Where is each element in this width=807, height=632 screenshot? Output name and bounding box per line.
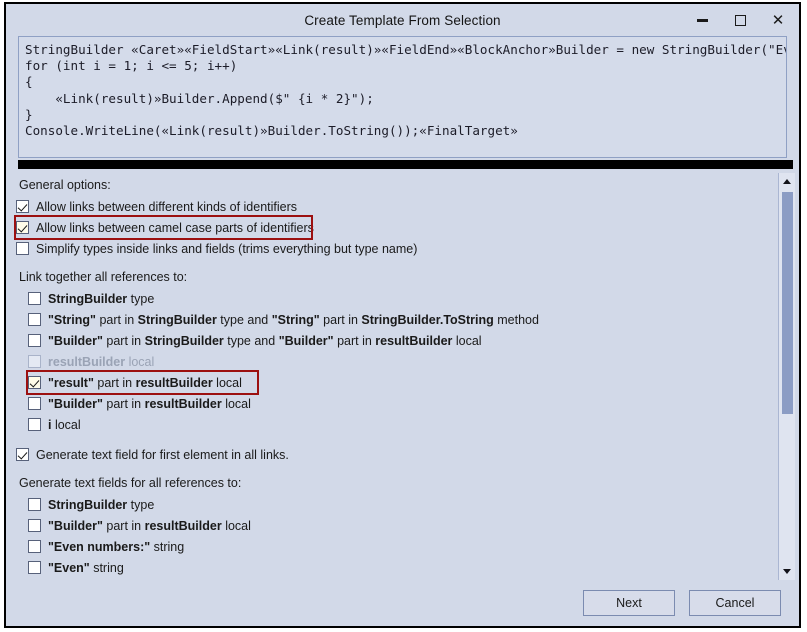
option-row[interactable]: Allow links between different kinds of i… — [16, 196, 778, 217]
create-template-dialog: Create Template From Selection ✕ StringB… — [4, 2, 801, 628]
option-label: Allow links between different kinds of i… — [36, 199, 298, 214]
checkbox-icon[interactable] — [28, 292, 41, 305]
option-label: i local — [48, 417, 81, 432]
scroll-track[interactable] — [780, 190, 795, 563]
checkbox-icon[interactable] — [16, 200, 29, 213]
scroll-down-arrow[interactable] — [779, 563, 795, 580]
code-line: } — [25, 106, 33, 122]
option-label: "Builder" part in resultBuilder local — [48, 518, 251, 533]
checkbox-icon[interactable] — [28, 540, 41, 553]
option-label: "Even" string — [48, 560, 124, 575]
checkbox-icon[interactable] — [28, 498, 41, 511]
close-button[interactable]: ✕ — [759, 5, 797, 35]
code-preview[interactable]: StringBuilder «Caret»«FieldStart»«Link(r… — [18, 36, 787, 158]
checkbox-icon[interactable] — [16, 221, 29, 234]
option-row[interactable]: StringBuilder type — [16, 494, 778, 515]
cancel-button[interactable]: Cancel — [689, 590, 781, 616]
maximize-icon — [734, 14, 746, 26]
options-vertical-scrollbar[interactable] — [778, 173, 795, 580]
checkbox-icon[interactable] — [28, 561, 41, 574]
window-controls: ✕ — [683, 4, 797, 36]
option-label: StringBuilder type — [48, 497, 155, 512]
minimize-icon — [696, 18, 708, 22]
code-horizontal-scrollbar[interactable] — [18, 160, 793, 169]
option-row[interactable]: resultBuilder local — [16, 351, 778, 372]
option-row[interactable]: "result" part in resultBuilder local — [26, 370, 259, 395]
option-row[interactable]: "Builder" part in resultBuilder local — [16, 515, 778, 536]
option-label: "Builder" part in StringBuilder type and… — [48, 333, 482, 348]
scroll-thumb[interactable] — [782, 192, 793, 414]
checkbox-icon[interactable] — [28, 418, 41, 431]
option-row[interactable]: i local — [16, 414, 778, 435]
checkbox-icon[interactable] — [28, 355, 41, 368]
option-row[interactable]: Generate text field for first element in… — [16, 444, 778, 465]
options-scroll-pane: General options: Allow links between diff… — [6, 173, 778, 580]
maximize-button[interactable] — [721, 5, 759, 35]
options-area: General options: Allow links between diff… — [6, 173, 799, 580]
generate-fields-label: Generate text fields for all references … — [19, 476, 242, 490]
link-references-label: Link together all references to: — [19, 270, 188, 284]
dialog-footer: Next Cancel — [6, 580, 799, 626]
option-row[interactable]: "Builder" part in resultBuilder local — [16, 393, 778, 414]
option-label: Simplify types inside links and fields (… — [36, 241, 418, 256]
option-row[interactable]: Allow links between camel case parts of … — [14, 215, 314, 240]
close-icon: ✕ — [771, 11, 785, 29]
option-label: "String" part in StringBuilder type and … — [48, 312, 539, 327]
checkbox-icon[interactable] — [16, 448, 29, 461]
code-line: { — [25, 74, 33, 90]
option-row[interactable]: "String" part in StringBuilder type and … — [16, 309, 778, 330]
option-label: StringBuilder type — [48, 291, 155, 306]
next-button[interactable]: Next — [583, 590, 675, 616]
checkbox-icon[interactable] — [28, 376, 41, 389]
general-options-label: General options: — [19, 178, 111, 192]
option-row[interactable]: "Even numbers:" string — [16, 536, 778, 557]
scroll-up-arrow[interactable] — [779, 173, 795, 190]
code-line: for (int i = 1; i <= 5; i++) — [25, 58, 238, 74]
minimize-button[interactable] — [683, 5, 721, 35]
code-line: Console.WriteLine(«Link(result)»Builder.… — [25, 123, 518, 139]
code-line: StringBuilder «Caret»«FieldStart»«Link(r… — [25, 42, 786, 57]
option-label: "Builder" part in resultBuilder local — [48, 396, 251, 411]
checkbox-icon[interactable] — [28, 397, 41, 410]
checkbox-icon[interactable] — [16, 242, 29, 255]
code-preview-wrap: StringBuilder «Caret»«FieldStart»«Link(r… — [18, 36, 793, 169]
option-label: Allow links between camel case parts of … — [36, 220, 314, 235]
option-label: "Even numbers:" string — [48, 539, 185, 554]
option-row[interactable]: "Even" string — [16, 557, 778, 578]
checkbox-icon[interactable] — [28, 519, 41, 532]
option-row[interactable]: "Builder" part in StringBuilder type and… — [16, 330, 778, 351]
code-line: «Link(result)»Builder.Append($" {i * 2}"… — [25, 90, 374, 106]
checkbox-icon[interactable] — [28, 313, 41, 326]
checkbox-icon[interactable] — [28, 334, 41, 347]
option-label: resultBuilder local — [48, 354, 155, 369]
title-bar: Create Template From Selection ✕ — [6, 4, 799, 36]
window-title: Create Template From Selection — [304, 12, 501, 28]
option-row[interactable]: StringBuilder type — [16, 288, 778, 309]
option-row[interactable]: Simplify types inside links and fields (… — [16, 238, 778, 259]
option-label: Generate text field for first element in… — [36, 447, 289, 462]
option-label: "result" part in resultBuilder local — [48, 375, 242, 390]
